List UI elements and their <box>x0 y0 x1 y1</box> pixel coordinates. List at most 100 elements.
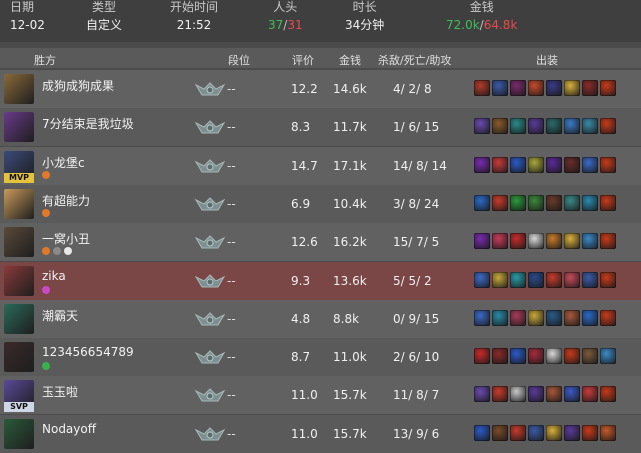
table-row[interactable]: 123456654789 -- 8.7 11.0k 2/ 6/ 10 <box>0 338 641 376</box>
item-icon[interactable] <box>474 195 490 211</box>
item-icon[interactable] <box>510 233 526 249</box>
item-icon[interactable] <box>564 80 580 96</box>
item-icon[interactable] <box>564 272 580 288</box>
champion-avatar[interactable] <box>4 189 34 219</box>
item-icon[interactable] <box>474 425 490 441</box>
item-icon[interactable] <box>510 272 526 288</box>
player-name[interactable]: 7分结束是我垃圾 <box>42 115 134 132</box>
item-icon[interactable] <box>546 425 562 441</box>
item-icon[interactable] <box>528 310 544 326</box>
item-icon[interactable] <box>492 80 508 96</box>
item-icon[interactable] <box>510 195 526 211</box>
item-icon[interactable] <box>582 348 598 364</box>
item-icon[interactable] <box>510 348 526 364</box>
table-row[interactable]: 成狗成狗成果 -- 12.2 14.6k 4/ 2/ 8 <box>0 70 641 108</box>
item-icon[interactable] <box>492 157 508 173</box>
item-icon[interactable] <box>546 272 562 288</box>
item-icon[interactable] <box>492 195 508 211</box>
item-icon[interactable] <box>492 425 508 441</box>
item-icon[interactable] <box>600 118 616 134</box>
item-icon[interactable] <box>510 118 526 134</box>
item-icon[interactable] <box>564 157 580 173</box>
item-icon[interactable] <box>582 425 598 441</box>
table-row[interactable]: 有超能力 -- 6.9 10.4k 3/ 8/ 24 <box>0 185 641 223</box>
item-icon[interactable] <box>564 118 580 134</box>
item-icon[interactable] <box>474 348 490 364</box>
item-icon[interactable] <box>582 386 598 402</box>
item-icon[interactable] <box>600 233 616 249</box>
item-icon[interactable] <box>546 157 562 173</box>
item-icon[interactable] <box>600 272 616 288</box>
item-icon[interactable] <box>582 118 598 134</box>
player-name[interactable]: 小龙堡c <box>42 154 85 171</box>
item-icon[interactable] <box>528 386 544 402</box>
item-icon[interactable] <box>564 195 580 211</box>
item-icon[interactable] <box>600 310 616 326</box>
table-row[interactable]: 一窝小丑 -- 12.6 16.2k 15/ 7/ 5 <box>0 223 641 261</box>
item-icon[interactable] <box>600 80 616 96</box>
champion-avatar[interactable] <box>4 227 34 257</box>
champion-avatar[interactable] <box>4 266 34 296</box>
champion-avatar[interactable] <box>4 342 34 372</box>
item-icon[interactable] <box>546 195 562 211</box>
item-icon[interactable] <box>528 425 544 441</box>
item-icon[interactable] <box>546 348 562 364</box>
table-row[interactable]: SVP 玉玉啦 -- 11.0 15.7k 11/ 8/ 7 <box>0 376 641 414</box>
player-name[interactable]: 有超能力 <box>42 192 90 209</box>
item-icon[interactable] <box>582 80 598 96</box>
item-icon[interactable] <box>474 80 490 96</box>
item-icon[interactable] <box>528 157 544 173</box>
item-icon[interactable] <box>564 425 580 441</box>
player-name[interactable]: 玉玉啦 <box>42 383 78 400</box>
item-icon[interactable] <box>492 310 508 326</box>
item-icon[interactable] <box>564 386 580 402</box>
item-icon[interactable] <box>492 386 508 402</box>
item-icon[interactable] <box>510 80 526 96</box>
item-icon[interactable] <box>564 348 580 364</box>
item-icon[interactable] <box>546 386 562 402</box>
player-name[interactable]: 成狗成狗成果 <box>42 77 114 94</box>
player-name[interactable]: 123456654789 <box>42 345 134 359</box>
item-icon[interactable] <box>492 272 508 288</box>
table-row[interactable]: Nodayoff -- 11.0 15.7k 13/ 9/ 6 <box>0 415 641 453</box>
item-icon[interactable] <box>528 195 544 211</box>
item-icon[interactable] <box>510 425 526 441</box>
player-name[interactable]: 一窝小丑 <box>42 230 90 247</box>
item-icon[interactable] <box>474 386 490 402</box>
item-icon[interactable] <box>528 272 544 288</box>
item-icon[interactable] <box>474 118 490 134</box>
table-row[interactable]: MVP 小龙堡c -- 14.7 17.1k 14/ 8/ 14 <box>0 147 641 185</box>
item-icon[interactable] <box>582 310 598 326</box>
champion-avatar[interactable] <box>4 304 34 334</box>
item-icon[interactable] <box>474 310 490 326</box>
item-icon[interactable] <box>582 233 598 249</box>
item-icon[interactable] <box>474 272 490 288</box>
item-icon[interactable] <box>600 425 616 441</box>
item-icon[interactable] <box>510 386 526 402</box>
item-icon[interactable] <box>564 310 580 326</box>
item-icon[interactable] <box>582 157 598 173</box>
item-icon[interactable] <box>600 195 616 211</box>
item-icon[interactable] <box>582 195 598 211</box>
champion-avatar[interactable] <box>4 74 34 104</box>
item-icon[interactable] <box>600 386 616 402</box>
item-icon[interactable] <box>546 118 562 134</box>
item-icon[interactable] <box>510 157 526 173</box>
item-icon[interactable] <box>474 157 490 173</box>
item-icon[interactable] <box>492 348 508 364</box>
item-icon[interactable] <box>582 272 598 288</box>
item-icon[interactable] <box>546 80 562 96</box>
item-icon[interactable] <box>528 80 544 96</box>
item-icon[interactable] <box>546 310 562 326</box>
item-icon[interactable] <box>564 233 580 249</box>
champion-avatar[interactable] <box>4 112 34 142</box>
item-icon[interactable] <box>492 233 508 249</box>
item-icon[interactable] <box>474 233 490 249</box>
table-row[interactable]: zika -- 9.3 13.6k 5/ 5/ 2 <box>0 262 641 300</box>
item-icon[interactable] <box>600 157 616 173</box>
player-name[interactable]: Nodayoff <box>42 422 96 436</box>
player-name[interactable]: zika <box>42 269 66 283</box>
item-icon[interactable] <box>528 348 544 364</box>
player-name[interactable]: 潮霸天 <box>42 307 78 324</box>
item-icon[interactable] <box>600 348 616 364</box>
